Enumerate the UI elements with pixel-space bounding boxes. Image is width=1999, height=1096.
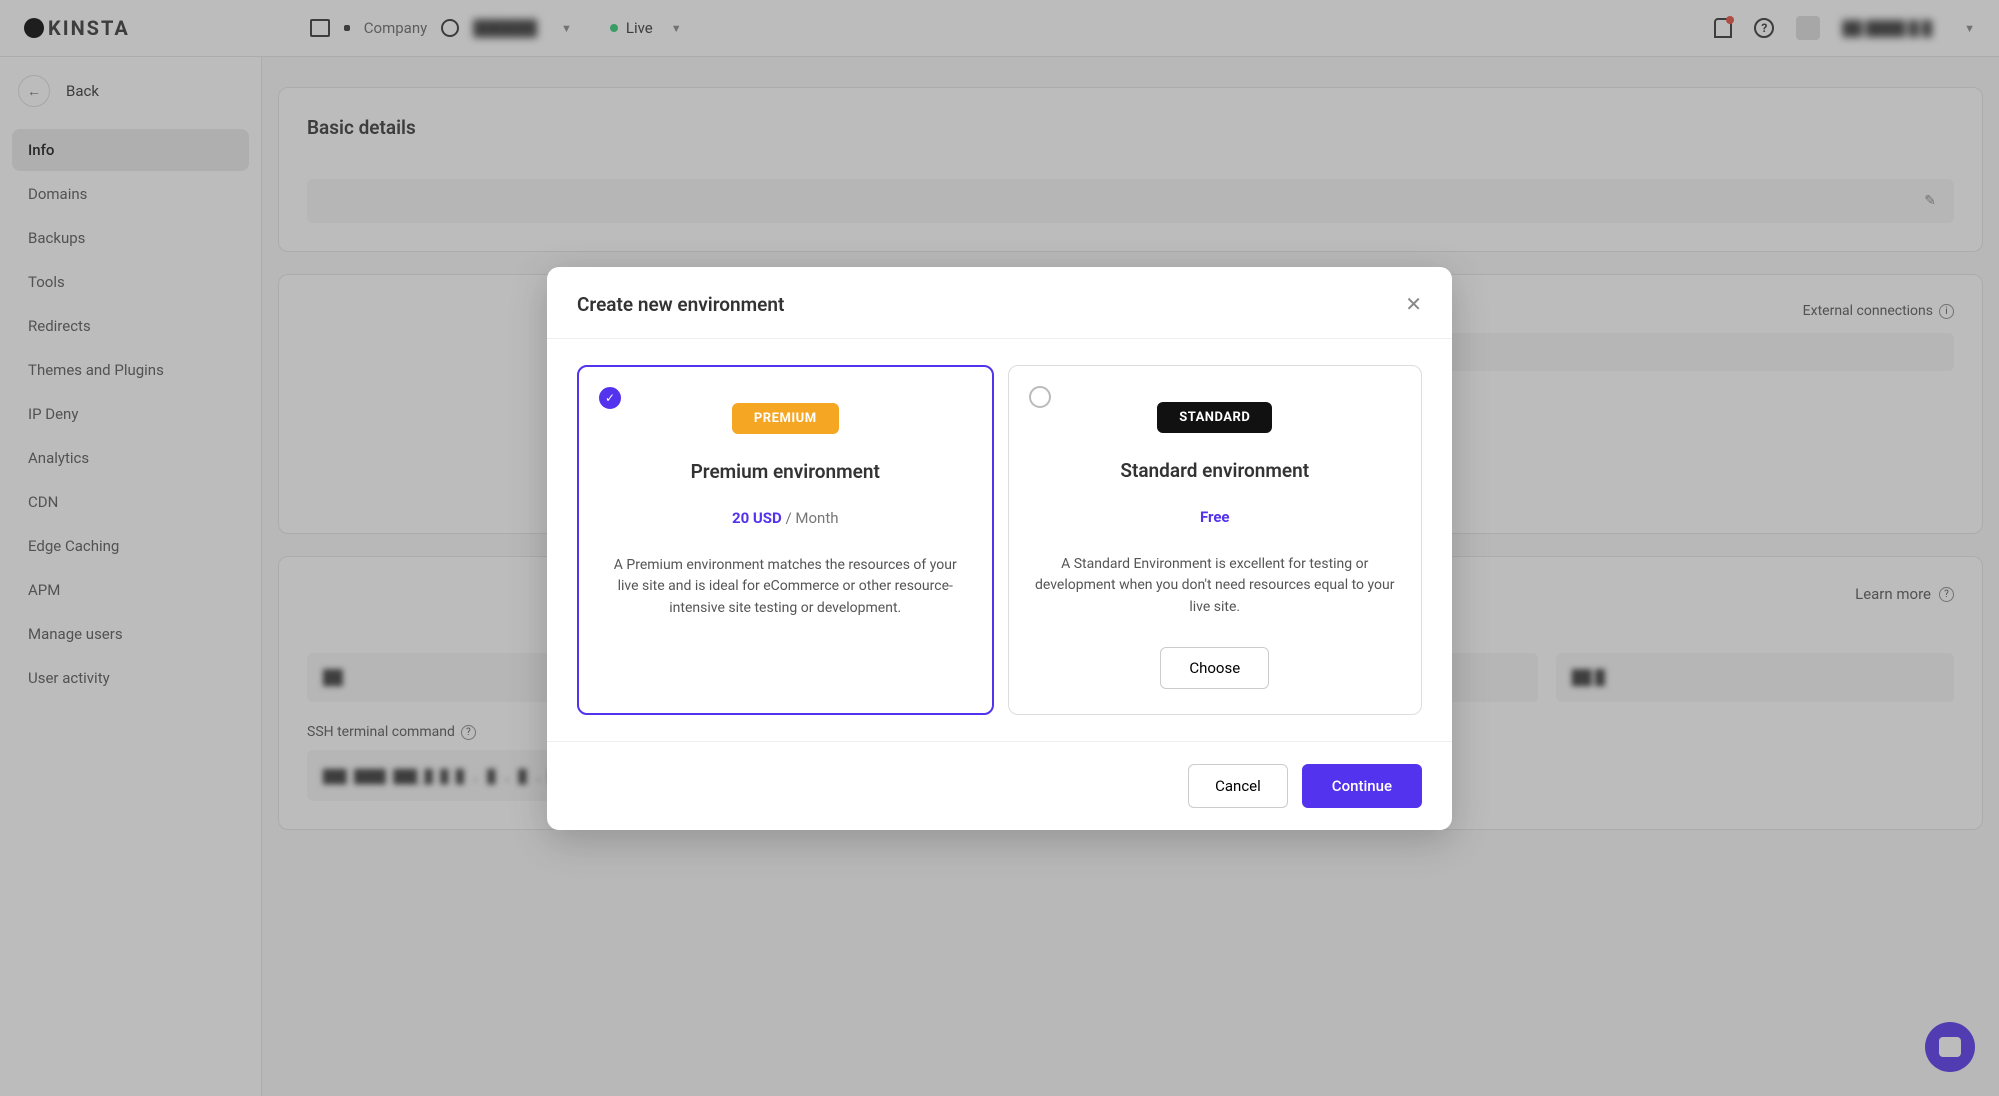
radio-checked-icon[interactable]: ✓	[599, 387, 621, 409]
premium-badge: PREMIUM	[732, 403, 839, 434]
standard-card-title: Standard environment	[1120, 459, 1309, 482]
create-environment-modal: Create new environment ✕ ✓ PREMIUM Premi…	[547, 267, 1452, 830]
standard-description: A Standard Environment is excellent for …	[1031, 554, 1400, 619]
standard-badge: STANDARD	[1157, 402, 1272, 433]
premium-option-card[interactable]: ✓ PREMIUM Premium environment 20 USD / M…	[577, 365, 994, 715]
close-icon[interactable]: ✕	[1405, 294, 1422, 314]
modal-overlay[interactable]: Create new environment ✕ ✓ PREMIUM Premi…	[0, 0, 1999, 1096]
modal-footer: Cancel Continue	[547, 741, 1452, 830]
premium-card-title: Premium environment	[691, 460, 880, 483]
cancel-button[interactable]: Cancel	[1188, 764, 1288, 808]
continue-button[interactable]: Continue	[1302, 764, 1422, 808]
modal-header: Create new environment ✕	[547, 267, 1452, 339]
standard-price: Free	[1200, 508, 1230, 526]
modal-title: Create new environment	[577, 293, 784, 316]
choose-button[interactable]: Choose	[1160, 647, 1269, 689]
premium-price: 20 USD / Month	[732, 509, 839, 527]
modal-body: ✓ PREMIUM Premium environment 20 USD / M…	[547, 339, 1452, 741]
radio-unchecked-icon[interactable]	[1029, 386, 1051, 408]
standard-option-card[interactable]: STANDARD Standard environment Free A Sta…	[1008, 365, 1423, 715]
premium-description: A Premium environment matches the resour…	[601, 555, 970, 620]
